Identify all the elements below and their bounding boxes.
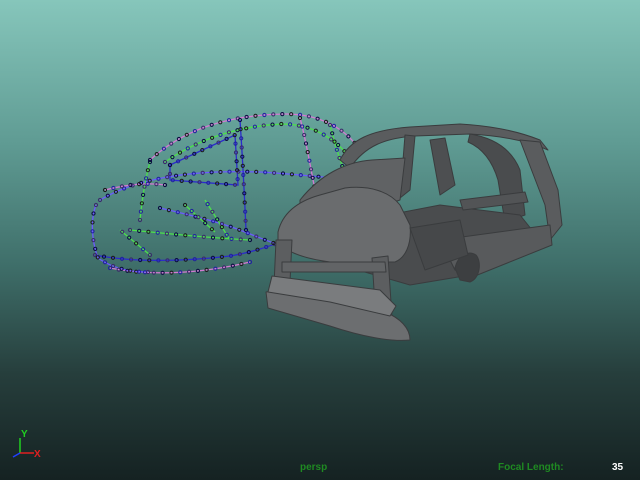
wire-door-lower[interactable]	[129, 229, 251, 241]
focal-length-value: 35	[612, 462, 624, 473]
scene-view[interactable]	[0, 0, 640, 480]
center-pillar[interactable]	[429, 137, 456, 196]
rear-crossmember[interactable]	[281, 261, 387, 273]
focal-length-label: Focal Length:	[498, 462, 564, 473]
wire-a-pillar[interactable]	[139, 161, 151, 221]
wire-sill-curve[interactable]	[94, 237, 293, 262]
3d-viewport[interactable]: Y X persp Focal Length: 35	[0, 0, 640, 480]
camera-name-label: persp	[300, 462, 328, 473]
rear-wall[interactable]	[277, 186, 411, 263]
x-axis-label: X	[34, 449, 41, 460]
z-axis-line	[12, 452, 21, 458]
car-body-mesh[interactable]	[265, 123, 563, 341]
wire-cross-curve[interactable]	[119, 199, 231, 256]
wire-roof-inner-curve[interactable]	[164, 123, 351, 163]
y-axis-label: Y	[21, 429, 28, 440]
axis-gizmo: Y X	[12, 429, 41, 460]
